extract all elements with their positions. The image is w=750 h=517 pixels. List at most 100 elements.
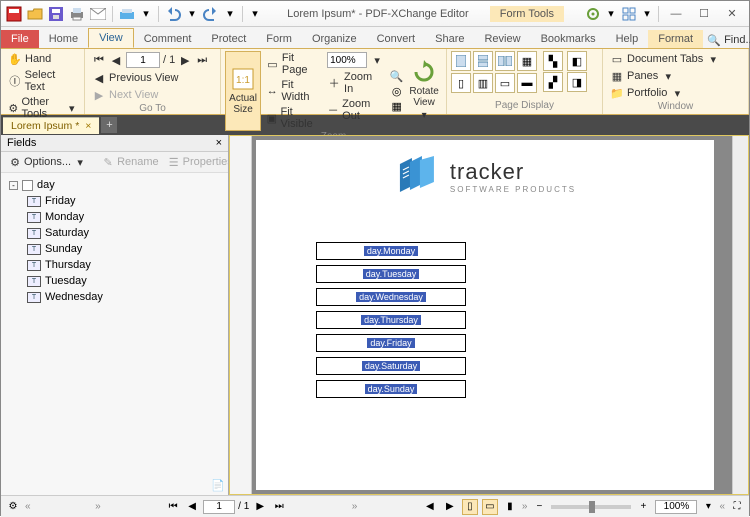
ui-options-icon[interactable] xyxy=(584,5,602,23)
sb-prev-icon[interactable]: ◀ xyxy=(184,499,200,515)
form-field[interactable]: day.Tuesday xyxy=(316,265,466,283)
tab-bookmarks[interactable]: Bookmarks xyxy=(531,30,606,48)
rtl-icon[interactable]: ◧ xyxy=(567,51,587,71)
sb-zoom-in-icon[interactable]: + xyxy=(635,499,651,515)
tab-form[interactable]: Form xyxy=(256,30,302,48)
form-field[interactable]: day.Monday xyxy=(316,242,466,260)
save-icon[interactable] xyxy=(47,5,65,23)
sb-zoom-out-icon[interactable]: − xyxy=(531,499,547,515)
page-number-input[interactable] xyxy=(126,52,160,68)
single-page-icon[interactable] xyxy=(451,51,471,71)
loupe-icon[interactable]: ◎ xyxy=(390,84,404,98)
layout2-icon[interactable]: ▥ xyxy=(473,73,493,93)
select-text-tool[interactable]: ⒾSelect Text xyxy=(5,68,80,94)
rotate-view-button[interactable]: Rotate View▾ xyxy=(406,51,442,131)
collapse-icon[interactable]: - xyxy=(9,181,18,190)
sb-fit-icon[interactable]: ⛶ xyxy=(729,499,745,515)
document-tab-close-icon[interactable]: × xyxy=(85,120,91,132)
portfolio[interactable]: 📁Portfolio▾ xyxy=(607,85,723,101)
next-view[interactable]: ▶Next View xyxy=(89,87,216,103)
email-icon[interactable] xyxy=(89,5,107,23)
panes[interactable]: ▦Panes▾ xyxy=(607,68,723,84)
sb-layout3-icon[interactable]: ▮ xyxy=(502,499,518,515)
tree-item[interactable]: TSunday xyxy=(1,241,228,257)
tab-format[interactable]: Format xyxy=(648,30,703,48)
fields-pane-footer-icon[interactable]: 📄 xyxy=(211,478,225,492)
document-tabs[interactable]: ▭Document Tabs▾ xyxy=(607,51,723,67)
ui-options-more-icon[interactable]: ▾ xyxy=(604,7,618,21)
close-button[interactable]: ✕ xyxy=(719,5,745,23)
first-page-icon[interactable]: ⏮ xyxy=(92,53,106,67)
sb-first-icon[interactable]: ⏮ xyxy=(165,499,181,515)
sb-fwd-icon[interactable]: ▶ xyxy=(442,499,458,515)
undo-icon[interactable] xyxy=(164,5,182,23)
zoom-input[interactable] xyxy=(327,52,367,68)
actual-size-button[interactable]: 1:1 Actual Size xyxy=(225,51,261,131)
show-cover-icon[interactable]: ▞ xyxy=(543,72,563,92)
tab-view[interactable]: View xyxy=(88,28,134,48)
tree-item[interactable]: TWednesday xyxy=(1,289,228,305)
last-page-icon[interactable]: ⏭ xyxy=(195,53,209,67)
undo-more-icon[interactable]: ▾ xyxy=(185,7,199,21)
fit-page[interactable]: ▭Fit Page xyxy=(263,51,322,77)
hand-tool[interactable]: ✋Hand xyxy=(5,51,80,67)
open-icon[interactable] xyxy=(26,5,44,23)
form-field[interactable]: day.Wednesday xyxy=(316,288,466,306)
show-gaps-icon[interactable]: ▚ xyxy=(543,51,563,71)
sb-last-icon[interactable]: ⏭ xyxy=(271,499,287,515)
thumbnails-icon[interactable]: ◨ xyxy=(567,72,587,92)
vertical-scrollbar[interactable] xyxy=(732,136,748,494)
tree-root[interactable]: - day xyxy=(1,177,228,193)
tab-protect[interactable]: Protect xyxy=(201,30,256,48)
tab-comment[interactable]: Comment xyxy=(134,30,202,48)
qat-customize-icon[interactable]: ▾ xyxy=(248,7,262,21)
minimize-button[interactable]: — xyxy=(663,5,689,23)
redo-icon[interactable] xyxy=(202,5,220,23)
tab-organize[interactable]: Organize xyxy=(302,30,367,48)
two-page-icon[interactable] xyxy=(495,51,515,71)
fit-width[interactable]: ↔Fit Width xyxy=(263,78,322,104)
layout4-icon[interactable]: ▬ xyxy=(517,73,537,93)
sb-layout2-icon[interactable]: ▭ xyxy=(482,499,498,515)
zoom-out[interactable]: －Zoom Out xyxy=(324,97,387,123)
document-tab[interactable]: Lorem Ipsum * × xyxy=(3,117,99,134)
tab-share[interactable]: Share xyxy=(425,30,474,48)
sb-options-icon[interactable]: ⚙ xyxy=(5,499,21,515)
fit-visible[interactable]: ▣Fit Visible xyxy=(263,105,322,131)
redo-more-icon[interactable]: ▾ xyxy=(223,7,237,21)
form-field[interactable]: day.Friday xyxy=(316,334,466,352)
layout1-icon[interactable]: ▯ xyxy=(451,73,471,93)
find-button[interactable]: 🔍Find... xyxy=(703,32,750,48)
maximize-button[interactable]: ☐ xyxy=(691,5,717,23)
tree-item[interactable]: TThursday xyxy=(1,257,228,273)
tab-help[interactable]: Help xyxy=(606,30,649,48)
tree-item[interactable]: TTuesday xyxy=(1,273,228,289)
scan-icon[interactable] xyxy=(118,5,136,23)
tab-home[interactable]: Home xyxy=(39,30,88,48)
sb-layout1-icon[interactable]: ▯ xyxy=(462,499,478,515)
previous-view[interactable]: ◀Previous View xyxy=(89,70,216,86)
tree-item[interactable]: TSaturday xyxy=(1,225,228,241)
left-pane-strip[interactable] xyxy=(230,136,252,494)
two-continuous-icon[interactable]: ▦ xyxy=(517,51,537,71)
form-field[interactable]: day.Thursday xyxy=(316,311,466,329)
continuous-icon[interactable] xyxy=(473,51,493,71)
form-field[interactable]: day.Saturday xyxy=(316,357,466,375)
pan-zoom-icon[interactable]: ▦ xyxy=(390,99,404,113)
tree-item[interactable]: TFriday xyxy=(1,193,228,209)
sb-zoom-input[interactable] xyxy=(655,500,697,514)
page-view[interactable]: tracker SOFTWARE PRODUCTS day.Mondayday.… xyxy=(256,140,714,490)
sb-left-arrows[interactable]: « xyxy=(25,501,31,512)
new-tab-button[interactable]: + xyxy=(101,117,117,133)
layout3-icon[interactable]: ▭ xyxy=(495,73,515,93)
sb-zoom-menu-icon[interactable]: ▾ xyxy=(701,500,715,514)
tab-convert[interactable]: Convert xyxy=(367,30,426,48)
zoom-in[interactable]: ＋Zoom In xyxy=(324,70,387,96)
zoom-percent[interactable]: ▾ xyxy=(324,51,387,69)
chevron-down-icon[interactable]: ▾ xyxy=(370,53,384,67)
print-icon[interactable] xyxy=(68,5,86,23)
prev-page-icon[interactable]: ◀ xyxy=(109,53,123,67)
next-page-icon[interactable]: ▶ xyxy=(178,53,192,67)
fields-pane-close-icon[interactable]: × xyxy=(216,137,222,149)
zoom-tool-icon[interactable]: 🔍 xyxy=(390,69,404,83)
